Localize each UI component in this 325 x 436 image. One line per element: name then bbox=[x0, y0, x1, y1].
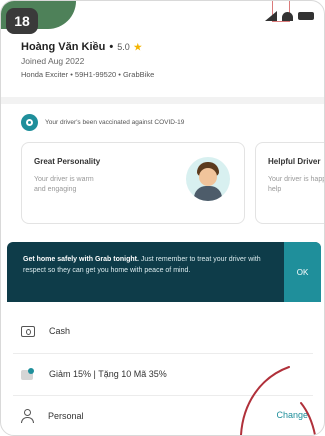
covid-notice-text: Your driver's been vaccinated against CO… bbox=[45, 119, 185, 126]
signal-icon bbox=[265, 11, 277, 21]
battery-icon bbox=[298, 12, 314, 20]
wifi-icon bbox=[282, 11, 293, 21]
promo-label: Giảm 15% | Tặng 10 Mã 35% bbox=[49, 369, 167, 379]
promo-icon bbox=[21, 368, 35, 380]
profile-label: Personal bbox=[48, 411, 84, 421]
covid-notice: Your driver's been vaccinated against CO… bbox=[21, 114, 184, 131]
person-icon bbox=[21, 409, 34, 423]
payment-method-label: Cash bbox=[49, 326, 71, 336]
annotation-scribble bbox=[240, 366, 316, 435]
status-bar bbox=[265, 11, 314, 21]
payment-method-row[interactable]: Cash bbox=[21, 316, 70, 346]
compliment-desc: Your driver is happy to help bbox=[268, 176, 324, 193]
driver-rating: 5.0 bbox=[117, 42, 130, 52]
compliment-card[interactable]: Helpful Driver Your driver is happy to h… bbox=[255, 142, 324, 224]
compliment-desc: Your driver is warm and engaging bbox=[34, 176, 94, 193]
section-divider bbox=[1, 97, 324, 104]
banner-title: Get home safely with Grab tonight. bbox=[23, 256, 139, 263]
compliment-title: Helpful Driver bbox=[268, 157, 321, 166]
joined-date: Joined Aug 2022 bbox=[21, 56, 85, 66]
compliment-title: Great Personality bbox=[34, 157, 101, 166]
profile-row[interactable]: Personal bbox=[21, 401, 84, 431]
shield-icon bbox=[21, 114, 38, 131]
row-divider bbox=[13, 353, 313, 354]
driver-name: Hoàng Văn Kiều bbox=[21, 41, 106, 53]
app-screen: Hoàng Văn Kiều • 5.0 ★ Joined Aug 2022 H… bbox=[0, 0, 325, 436]
index-badge: 18 bbox=[6, 8, 38, 34]
driver-profile: Hoàng Văn Kiều • 5.0 ★ Joined Aug 2022 H… bbox=[21, 41, 155, 79]
vehicle-info: Honda Exciter • 59H1-99520 • GrabBike bbox=[21, 70, 155, 79]
cash-icon bbox=[21, 325, 35, 337]
driver-avatar bbox=[186, 157, 230, 201]
safety-banner: Get home safely with Grab tonight. Just … bbox=[7, 242, 321, 302]
compliment-card[interactable]: Great Personality Your driver is warm an… bbox=[21, 142, 245, 224]
banner-ok-button[interactable]: OK bbox=[284, 242, 321, 302]
star-icon: ★ bbox=[133, 41, 142, 52]
promo-row[interactable]: Giảm 15% | Tặng 10 Mã 35% bbox=[21, 359, 167, 389]
